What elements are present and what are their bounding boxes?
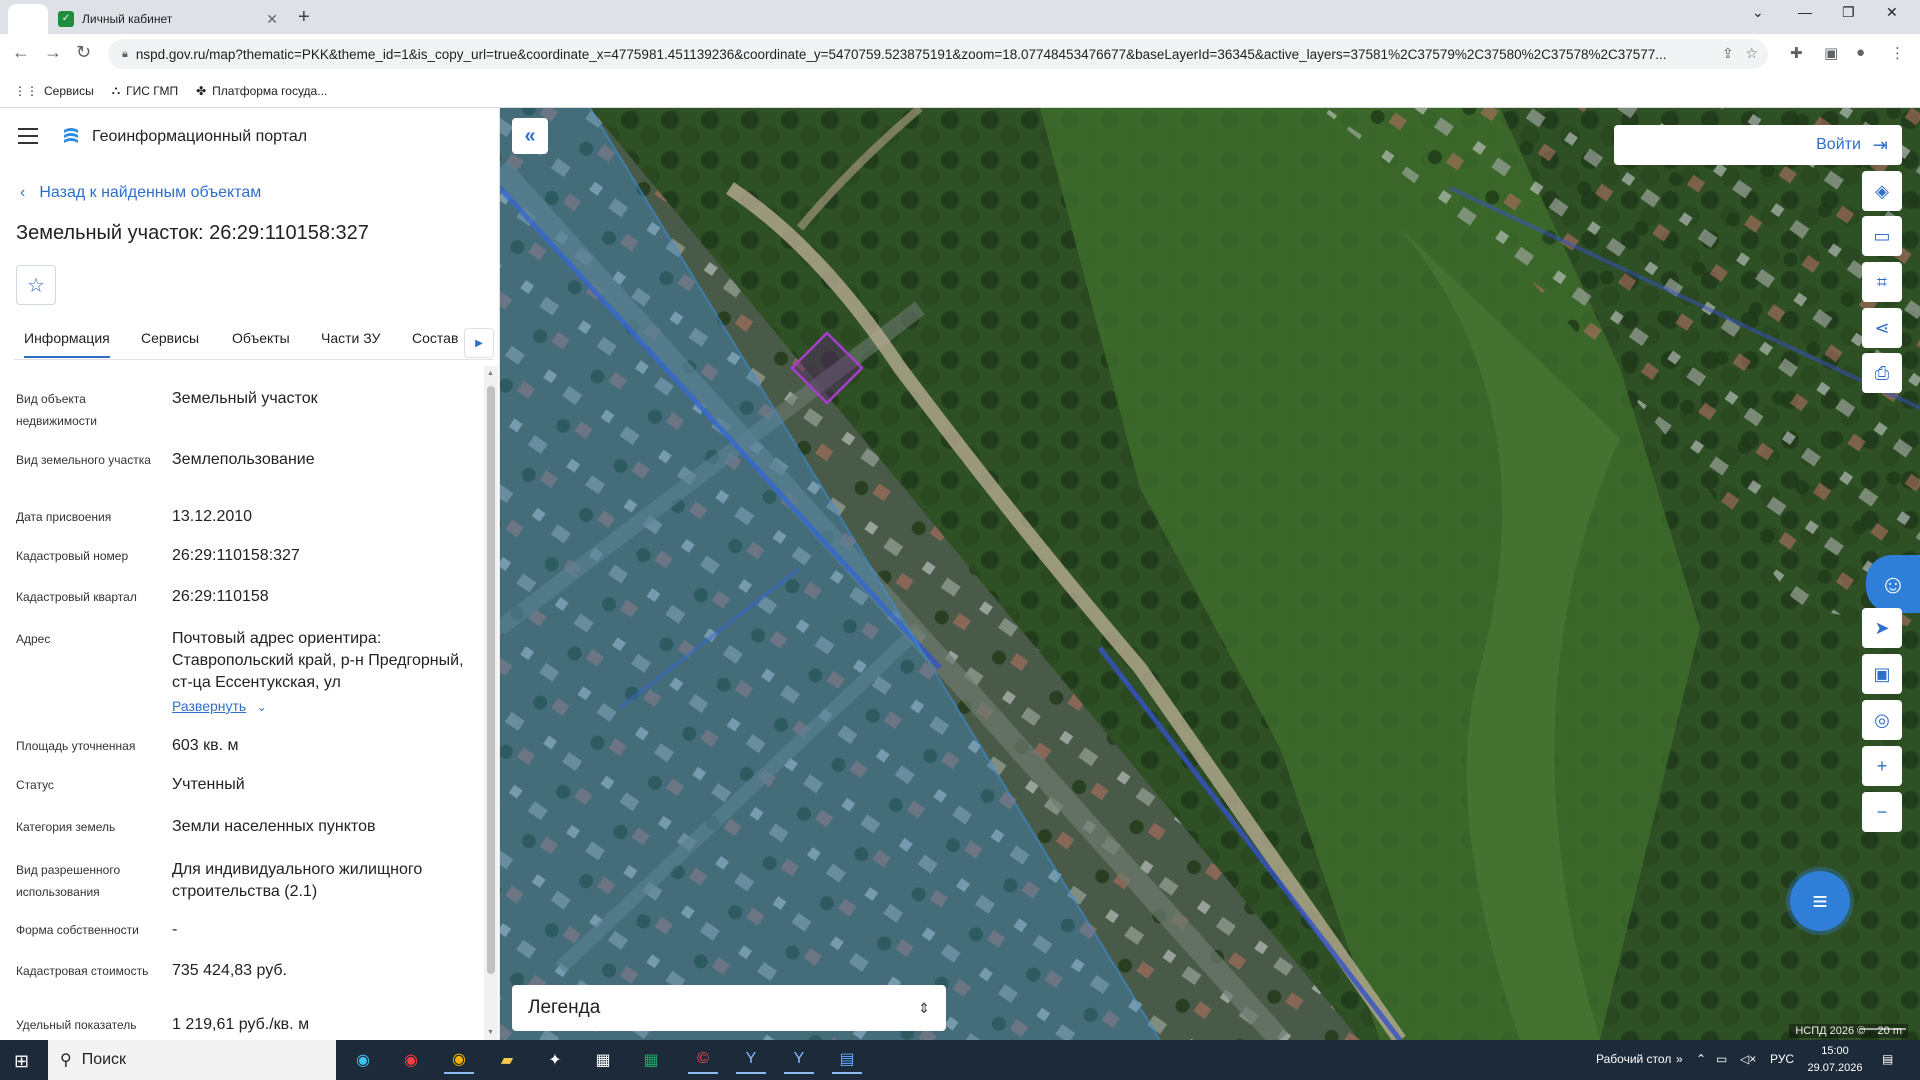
reload-icon[interactable]: ↻ xyxy=(76,42,91,63)
tray-up-icon[interactable]: ⌃ xyxy=(1696,1052,1706,1066)
chrome-icon[interactable]: ◉ xyxy=(444,1046,474,1074)
tab-information[interactable]: Информация xyxy=(24,330,110,358)
tray-chevron-icon[interactable]: » xyxy=(1676,1052,1683,1066)
chevron-down-icon: ⌄ xyxy=(256,700,267,714)
taskbar-search[interactable]: ⚲ Поиск xyxy=(48,1040,336,1080)
desktop-label[interactable]: Рабочий стол xyxy=(1596,1052,1671,1066)
lock-icon: 🔒︎ xyxy=(122,47,128,60)
menu-kebab-icon[interactable]: ⋮ xyxy=(1890,44,1905,62)
hamburger-menu-icon[interactable] xyxy=(18,128,38,149)
tab-search-icon[interactable]: ⌄ xyxy=(1752,4,1764,21)
login-button[interactable]: Войти ⇥ xyxy=(1614,125,1902,165)
assistant-chat-icon[interactable]: ☺ xyxy=(1866,555,1920,613)
parcel-title: Земельный участок: 26:29:110158:327 xyxy=(16,222,369,244)
c-app-icon[interactable]: © xyxy=(688,1046,718,1074)
maximize-button[interactable]: ❐ xyxy=(1842,4,1855,21)
zoom-out-button[interactable]: − xyxy=(1862,792,1902,832)
map-canvas[interactable]: « Войти ⇥ ◈ ▭ ⌗ ⋖ ⎙ ☺ ➤ ▣ ◎ + − ≡ Легенд… xyxy=(500,108,1920,1040)
extensions-icon[interactable]: ✚ xyxy=(1790,44,1803,62)
tab-services[interactable]: Сервисы xyxy=(141,330,199,346)
scroll-down-icon[interactable]: ▼ xyxy=(487,1029,494,1036)
satellite-imagery xyxy=(500,108,1920,1040)
gis-gmp-icon: ⛬ xyxy=(111,83,121,97)
windows-start-icon[interactable]: ⊞ xyxy=(14,1051,29,1072)
notifications-icon[interactable]: ▤ xyxy=(1882,1052,1893,1066)
address-bar[interactable]: 🔒︎ nspd.gov.ru/map?thematic=PKK&theme_id… xyxy=(108,39,1768,69)
browser-tab-title: Личный кабинет xyxy=(82,12,173,26)
yandex-browser-icon[interactable]: ◉ xyxy=(396,1046,426,1074)
layers-icon[interactable]: ◈ xyxy=(1862,171,1902,211)
side-panel-icon[interactable]: ▣ xyxy=(1824,44,1838,62)
bookmark-services[interactable]: ⋮⋮ Сервисы xyxy=(14,84,94,98)
tabs-scroll-right-icon[interactable]: ▶ xyxy=(464,328,494,358)
yandex-app-icon[interactable]: Y xyxy=(736,1046,766,1074)
word-icon[interactable]: ▤ xyxy=(832,1046,862,1074)
expand-address-link[interactable]: Развернуть ⌄ xyxy=(172,698,267,716)
info-panel: Геоинформационный портал ‹ Назад к найден… xyxy=(0,108,500,1040)
login-arrow-icon: ⇥ xyxy=(1872,134,1888,155)
portal-logo-icon xyxy=(64,128,78,143)
favorite-star-button[interactable]: ☆ xyxy=(16,265,56,305)
browser-tab-pinned[interactable] xyxy=(8,4,48,34)
back-arrow-icon[interactable]: ← xyxy=(12,42,30,63)
bookmarks-bar: ⋮⋮ Сервисы ⛬ ГИС ГМП ✤ Платформа госуда... xyxy=(0,74,1920,108)
browser-toolbar: ← → ↻ 🔒︎ nspd.gov.ru/map?thematic=PKK&th… xyxy=(0,34,1920,74)
back-to-results-link[interactable]: ‹ Назад к найденным объектам xyxy=(20,184,261,202)
scroll-thumb[interactable] xyxy=(487,386,495,974)
panel-tabs: Информация Сервисы Объекты Части ЗУ Сост… xyxy=(14,320,494,360)
tab-close-icon[interactable]: ✕ xyxy=(266,11,278,28)
area-select-icon[interactable]: ⌗ xyxy=(1862,262,1902,302)
minimap-icon[interactable]: ▣ xyxy=(1862,654,1902,694)
scroll-up-icon[interactable]: ▲ xyxy=(487,370,494,377)
scale-label: 20 m xyxy=(1877,1025,1902,1037)
ruler-icon[interactable]: ▭ xyxy=(1862,216,1902,256)
apps-grid-icon: ⋮⋮ xyxy=(14,83,38,98)
share-bookmark-icons[interactable]: ⇪ ☆ xyxy=(1722,45,1758,62)
zoom-in-button[interactable]: + xyxy=(1862,746,1902,786)
language-indicator[interactable]: РУС xyxy=(1770,1052,1794,1066)
yandex-app-2-icon[interactable]: Y xyxy=(784,1046,814,1074)
print-icon[interactable]: ⎙ xyxy=(1862,353,1902,393)
excel-icon[interactable]: ▦ xyxy=(636,1046,666,1074)
map-attribution: НСПД 2026 © 20 m xyxy=(1789,1024,1908,1038)
geolocation-icon[interactable]: ➤ xyxy=(1862,608,1902,648)
edge-icon[interactable]: ◉ xyxy=(348,1046,378,1074)
tab-parcel-parts[interactable]: Части ЗУ xyxy=(321,330,380,346)
bookmark-gis-gmp[interactable]: ⛬ ГИС ГМП xyxy=(112,83,178,98)
info-scrollbar[interactable]: ▲ ▼ xyxy=(484,366,498,1040)
browser-tab[interactable]: ✓ Личный кабинет ✕ xyxy=(48,4,288,34)
volume-icon[interactable]: ◁× xyxy=(1740,1052,1756,1066)
chevron-left-icon: ‹ xyxy=(20,184,26,201)
new-tab-button[interactable]: + xyxy=(298,6,310,29)
file-explorer-icon[interactable]: ▰ xyxy=(492,1046,522,1074)
eagle-app-icon[interactable]: ✦ xyxy=(540,1046,570,1074)
collapse-panel-button[interactable]: « xyxy=(512,118,548,154)
network-icon[interactable]: ▭ xyxy=(1716,1052,1727,1066)
tab-objects[interactable]: Объекты xyxy=(232,330,290,346)
chat-bubble-icon[interactable]: ≡ xyxy=(1790,871,1850,931)
forward-arrow-icon[interactable]: → xyxy=(44,42,62,63)
system-clock[interactable]: 15:00 29.07.2026 xyxy=(1800,1043,1870,1077)
expand-updown-icon: ⇕ xyxy=(918,999,930,1016)
profile-avatar-icon[interactable]: ● xyxy=(1856,44,1865,61)
gosuslugi-favicon-icon: ✓ xyxy=(58,11,74,27)
portal-title: Геоинформационный портал xyxy=(92,128,308,145)
legend-select[interactable]: Легенда ⇕ xyxy=(512,985,946,1031)
url-text: nspd.gov.ru/map?thematic=PKK&theme_id=1&… xyxy=(135,46,1667,62)
calculator-icon[interactable]: ▦ xyxy=(588,1046,618,1074)
share-icon[interactable]: ⋖ xyxy=(1862,308,1902,348)
browser-tabstrip: ✓ Личный кабинет ✕ + ⌄ — ❐ ✕ xyxy=(0,0,1920,34)
bookmark-platform[interactable]: ✤ Платформа госуда... xyxy=(196,84,327,98)
windows-taskbar: ⊞ ⚲ Поиск ◉ ◉ ◉ ▰ ✦ ▦ ▦ © Y Y ▤ Рабочий … xyxy=(0,1040,1920,1080)
tab-composition[interactable]: Состав xyxy=(412,330,458,346)
close-window-button[interactable]: ✕ xyxy=(1886,4,1898,21)
emblem-icon: ✤ xyxy=(196,83,207,98)
minimize-button[interactable]: — xyxy=(1798,4,1812,20)
location-search-icon[interactable]: ◎ xyxy=(1862,700,1902,740)
search-icon: ⚲ xyxy=(60,1052,72,1069)
info-list: Вид объекта недвижимости Земельный участ… xyxy=(16,390,464,1033)
